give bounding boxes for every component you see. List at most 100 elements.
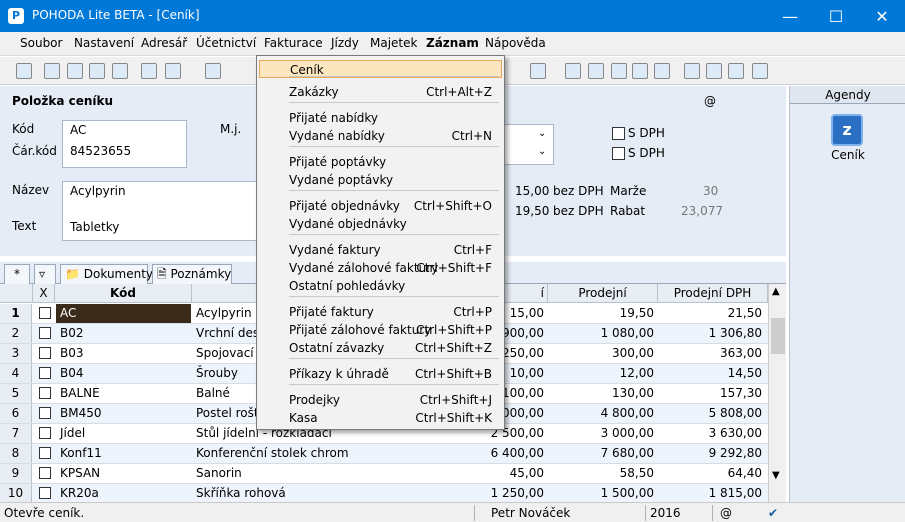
cell-prodejni-dph[interactable]: 64,40 — [658, 464, 762, 483]
header-prodejni-dph[interactable]: Prodejní DPH — [658, 284, 768, 303]
menu-majetek[interactable]: Majetek — [370, 36, 417, 50]
vertical-scrollbar[interactable]: ▲ ▼ — [768, 284, 786, 502]
toolbar-list-icon[interactable] — [706, 63, 722, 79]
chevron-down-icon[interactable]: ⌄ — [538, 146, 546, 157]
filter-icon[interactable]: ▿ — [34, 264, 56, 284]
header-x[interactable]: X — [33, 284, 55, 303]
toolbar-calc2-icon[interactable] — [611, 63, 627, 79]
toolbar-copy-icon[interactable] — [44, 63, 60, 79]
table-row[interactable]: 9 KPSAN Sanorin 45,00 58,50 64,40 — [0, 464, 768, 484]
menu-item[interactable]: Vydané nabídky Ctrl+N — [259, 127, 502, 145]
cell-nazev[interactable]: Sanorin — [196, 464, 432, 483]
cell-prodejni-dph[interactable]: 5 808,00 — [658, 404, 762, 423]
cell-kod[interactable]: B02 — [56, 324, 191, 343]
cell-nakupni[interactable]: 1 250,00 — [432, 484, 544, 503]
menu-item[interactable]: Vydané faktury Ctrl+F — [259, 241, 502, 259]
menu-zaznam[interactable]: Záznam — [426, 36, 479, 50]
maximize-button[interactable]: ☐ — [813, 0, 859, 32]
cell-prodejni[interactable]: 12,00 — [548, 364, 654, 383]
minimize-button[interactable]: — — [767, 0, 813, 32]
cell-kod[interactable]: B03 — [56, 344, 191, 363]
table-row[interactable]: 8 Konf11 Konferenční stolek chrom 6 400,00 7… — [0, 444, 768, 464]
toolbar-help-icon[interactable] — [752, 63, 768, 79]
header-prodejni[interactable]: Prodejní — [548, 284, 658, 303]
cell-prodejni[interactable]: 300,00 — [548, 344, 654, 363]
menu-item[interactable]: Přijaté poptávky — [259, 153, 502, 171]
menu-soubor[interactable]: Soubor — [20, 36, 62, 50]
cell-prodejni-dph[interactable]: 157,30 — [658, 384, 762, 403]
toolbar-folder-icon[interactable] — [530, 63, 546, 79]
cell-prodejni-dph[interactable]: 9 292,80 — [658, 444, 762, 463]
menu-item[interactable]: Přijaté objednávky Ctrl+Shift+O — [259, 197, 502, 215]
toolbar-back-icon[interactable] — [205, 63, 221, 79]
agendy-item-cenik[interactable]: Ceník — [790, 148, 905, 162]
toolbar-export-icon[interactable] — [112, 63, 128, 79]
cell-prodejni[interactable]: 1 080,00 — [548, 324, 654, 343]
cell-kod[interactable]: Konf11 — [56, 444, 191, 463]
price-1[interactable]: 15,00 — [515, 184, 549, 198]
price-2[interactable]: 19,50 — [515, 204, 549, 218]
toolbar-doc-icon[interactable] — [728, 63, 744, 79]
menu-item[interactable]: Přijaté nabídky — [259, 109, 502, 127]
toolbar-exit-icon[interactable] — [16, 63, 32, 79]
row-checkbox[interactable] — [39, 487, 51, 499]
menu-fakturace[interactable]: Fakturace — [264, 36, 323, 50]
cell-prodejni[interactable]: 130,00 — [548, 384, 654, 403]
toolbar-preview-icon[interactable] — [89, 63, 105, 79]
toolbar-print-icon[interactable] — [67, 63, 83, 79]
cell-prodejni[interactable]: 3 000,00 — [548, 424, 654, 443]
toolbar-calc-icon[interactable] — [588, 63, 604, 79]
row-checkbox[interactable] — [39, 467, 51, 479]
row-checkbox[interactable] — [39, 307, 51, 319]
menu-item[interactable]: Ostatní závazky Ctrl+Shift+Z — [259, 339, 502, 357]
menu-ucetnictvi[interactable]: Účetnictví — [196, 36, 256, 50]
menu-item[interactable]: Vydané poptávky — [259, 171, 502, 189]
toolbar-new-icon[interactable] — [141, 63, 157, 79]
close-button[interactable]: ✕ — [859, 0, 905, 32]
menu-item[interactable]: Zakázky Ctrl+Alt+Z — [259, 83, 502, 101]
cell-kod[interactable]: KR20a — [56, 484, 191, 503]
cell-prodejni-dph[interactable]: 1 306,80 — [658, 324, 762, 343]
cell-prodejni[interactable]: 1 500,00 — [548, 484, 654, 503]
menu-adresar[interactable]: Adresář — [141, 36, 187, 50]
cell-prodejni[interactable]: 58,50 — [548, 464, 654, 483]
cell-kod[interactable]: BM450 — [56, 404, 191, 423]
menu-item[interactable]: Vydané zálohové faktury Ctrl+Shift+F — [259, 259, 502, 277]
tab-poznamky[interactable]: 🗎 Poznámky — [152, 264, 232, 284]
cell-nakupni[interactable]: 6 400,00 — [432, 444, 544, 463]
menu-item[interactable]: Přijaté faktury Ctrl+P — [259, 303, 502, 321]
row-checkbox[interactable] — [39, 367, 51, 379]
menu-item[interactable]: Ostatní pohledávky — [259, 277, 502, 295]
cell-nakupni[interactable]: 45,00 — [432, 464, 544, 483]
row-checkbox[interactable] — [39, 447, 51, 459]
tab-star[interactable]: * — [4, 264, 30, 284]
cell-prodejni[interactable]: 19,50 — [548, 304, 654, 323]
menu-item[interactable]: Prodejky Ctrl+Shift+J — [259, 391, 502, 409]
tab-dokumenty[interactable]: 📁 Dokumenty — [60, 264, 153, 284]
row-checkbox[interactable] — [39, 407, 51, 419]
row-checkbox[interactable] — [39, 347, 51, 359]
toolbar-bank-icon[interactable] — [632, 63, 648, 79]
cell-prodejni[interactable]: 4 800,00 — [548, 404, 654, 423]
cell-nazev[interactable]: Skříňka rohová — [196, 484, 432, 503]
row-checkbox[interactable] — [39, 387, 51, 399]
cell-kod[interactable]: Jídel — [56, 424, 191, 443]
toolbar-iban-icon[interactable] — [654, 63, 670, 79]
cell-kod[interactable]: B04 — [56, 364, 191, 383]
table-row[interactable]: 10 KR20a Skříňka rohová 1 250,00 1 500,00 1 8… — [0, 484, 768, 504]
sdph-checkbox-2[interactable] — [612, 147, 625, 160]
menu-nastaveni[interactable]: Nastavení — [74, 36, 134, 50]
scroll-bottom-icon[interactable]: ▼ — [772, 470, 780, 481]
cell-prodejni-dph[interactable]: 1 815,00 — [658, 484, 762, 503]
row-checkbox[interactable] — [39, 427, 51, 439]
cell-prodejni-dph[interactable]: 21,50 — [658, 304, 762, 323]
toolbar-money-icon[interactable] — [565, 63, 581, 79]
scrollbar-thumb[interactable] — [771, 318, 785, 354]
menu-item[interactable]: Přijaté zálohové faktury Ctrl+Shift+P — [259, 321, 502, 339]
cell-prodejni-dph[interactable]: 363,00 — [658, 344, 762, 363]
cell-kod[interactable]: KPSAN — [56, 464, 191, 483]
menu-item[interactable]: Vydané objednávky — [259, 215, 502, 233]
sdph-checkbox-1[interactable] — [612, 127, 625, 140]
menu-jizdy[interactable]: Jízdy — [331, 36, 359, 50]
toolbar-broom-icon[interactable] — [165, 63, 181, 79]
